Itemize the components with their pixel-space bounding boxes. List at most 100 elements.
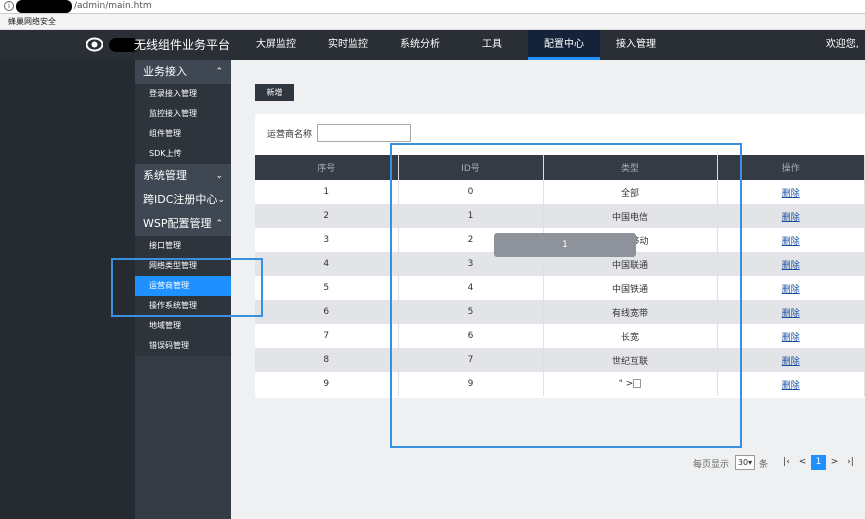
table-row: 8 7 世纪互联 删除 — [255, 348, 865, 372]
broken-image-icon — [633, 379, 642, 388]
address-bar[interactable]: i /admin/main.htm — [0, 0, 865, 14]
delete-link[interactable]: 删除 — [782, 261, 800, 271]
last-page-icon[interactable]: ›| — [843, 455, 858, 470]
cell-id: 4 — [398, 276, 544, 300]
table-row: 1 0 全部 删除 — [255, 180, 865, 204]
alert-popup: 1 — [494, 233, 636, 257]
delete-link[interactable]: 删除 — [782, 189, 800, 199]
sidebar-item-os[interactable]: 操作系统管理 — [135, 296, 231, 316]
column-header-index: 序号 — [255, 155, 399, 180]
table-row: 7 6 长宽 删除 — [255, 324, 865, 348]
info-icon[interactable]: i — [4, 1, 14, 11]
welcome-text: 欢迎您, — [825, 39, 859, 50]
group-label: WSP配置管理 — [143, 217, 212, 230]
url-text: /admin/main.htm — [74, 1, 152, 11]
sidebar-group-business-access[interactable]: 业务接入 ⌃ — [135, 60, 231, 84]
cell-index: 9 — [255, 372, 399, 396]
cell-id: 6 — [398, 324, 544, 348]
operator-table: 序号 ID号 类型 操作 1 0 全部 删除 2 1 中国电信 删除 3 2 移… — [255, 155, 865, 396]
per-page-select[interactable]: 30▾ — [735, 455, 755, 470]
sidebar-group-cross-idc[interactable]: 跨IDC注册中心 ⌄ — [135, 188, 231, 212]
table-row: 6 5 有线宽带 删除 — [255, 300, 865, 324]
page-button-current[interactable]: 1 — [811, 455, 826, 470]
table-row: 5 4 中国铁通 删除 — [255, 276, 865, 300]
cell-index: 7 — [255, 324, 399, 348]
column-header-action: 操作 — [717, 155, 865, 180]
cell-index: 5 — [255, 276, 399, 300]
group-label: 系统管理 — [143, 169, 187, 182]
cell-type: 全部 — [543, 180, 718, 204]
delete-link[interactable]: 删除 — [782, 237, 800, 247]
group-label: 业务接入 — [143, 65, 187, 78]
chevron-down-icon: ⌄ — [217, 195, 225, 205]
cell-id: 0 — [398, 180, 544, 204]
main-content: 新增 运营商名称 序号 ID号 类型 操作 1 0 全部 删除 2 1 中国电信… — [231, 60, 865, 519]
chevron-up-icon: ⌃ — [215, 67, 223, 77]
cell-index: 3 — [255, 228, 399, 252]
sidebar-item-interface[interactable]: 接口管理 — [135, 236, 231, 256]
sidebar-item-component[interactable]: 组件管理 — [135, 124, 231, 144]
per-page-unit: 条 — [759, 460, 769, 470]
table-row: 9 9 " > 删除 — [255, 372, 865, 396]
sidebar-item-monitor-access[interactable]: 监控接入管理 — [135, 104, 231, 124]
chevron-down-icon: ⌄ — [215, 171, 223, 181]
sidebar-item-error-code[interactable]: 错误码管理 — [135, 336, 231, 356]
column-header-type: 类型 — [543, 155, 718, 180]
per-page-label: 每页显示 — [693, 460, 730, 470]
nav-access-management[interactable]: 接入管理 — [600, 30, 672, 60]
first-page-icon[interactable]: |‹ — [779, 455, 794, 470]
nav-tools[interactable]: 工具 — [456, 30, 528, 60]
cell-index: 8 — [255, 348, 399, 372]
redacted-host — [16, 0, 72, 13]
sidebar-group-system[interactable]: 系统管理 ⌄ — [135, 164, 231, 188]
cell-id: 5 — [398, 300, 544, 324]
sidebar-item-region[interactable]: 地域管理 — [135, 316, 231, 336]
operator-name-input[interactable] — [317, 124, 411, 142]
cell-type: 中国铁通 — [543, 276, 718, 300]
delete-link[interactable]: 删除 — [782, 357, 800, 367]
cell-index: 2 — [255, 204, 399, 228]
cell-id: 7 — [398, 348, 544, 372]
sidebar-item-login-access[interactable]: 登录接入管理 — [135, 84, 231, 104]
eye-logo-icon — [86, 37, 103, 52]
nav-realtime-monitor[interactable]: 实时监控 — [312, 30, 384, 60]
cell-id: 1 — [398, 204, 544, 228]
nav-config-center[interactable]: 配置中心 — [528, 30, 600, 60]
top-navigation: 无线组件业务平台 大屏监控 实时监控 系统分析 工具 配置中心 接入管理 欢迎您… — [0, 30, 865, 60]
sidebar-group-wsp-config[interactable]: WSP配置管理 ⌃ — [135, 212, 231, 236]
app-title: 无线组件业务平台 — [134, 38, 231, 52]
cell-id: 9 — [398, 372, 544, 396]
delete-link[interactable]: 删除 — [782, 309, 800, 319]
cell-index: 4 — [255, 252, 399, 276]
bookmark-item[interactable]: 蜂巢网络安全 — [8, 17, 56, 26]
next-page-icon[interactable]: > — [827, 455, 842, 470]
chevron-up-icon: ⌃ — [215, 219, 223, 229]
nav-system-analysis[interactable]: 系统分析 — [384, 30, 456, 60]
cell-type: 世纪互联 — [543, 348, 718, 372]
table-row: 2 1 中国电信 删除 — [255, 204, 865, 228]
prev-page-icon[interactable]: < — [795, 455, 810, 470]
sidebar-item-sdk-upload[interactable]: SDK上传 — [135, 144, 231, 164]
delete-link[interactable]: 删除 — [782, 285, 800, 295]
pagination: 每页显示 30▾ 条 |‹ < 1 > ›| — [693, 455, 865, 471]
cell-type: 中国电信 — [543, 204, 718, 228]
delete-link[interactable]: 删除 — [782, 333, 800, 343]
left-background — [0, 60, 135, 519]
filter-label: 运营商名称 — [267, 130, 313, 140]
cell-type: 长宽 — [543, 324, 718, 348]
column-header-id: ID号 — [398, 155, 544, 180]
bookmarks-bar: 蜂巢网络安全 — [0, 14, 865, 30]
cell-index: 6 — [255, 300, 399, 324]
cell-type: 有线宽带 — [543, 300, 718, 324]
sidebar-item-network-type[interactable]: 网络类型管理 — [135, 256, 231, 276]
delete-link[interactable]: 删除 — [782, 213, 800, 223]
new-button[interactable]: 新增 — [255, 84, 294, 101]
sidebar: 业务接入 ⌃ 登录接入管理 监控接入管理 组件管理 SDK上传 系统管理 ⌄ 跨… — [135, 60, 231, 519]
cell-type-cell: " > — [543, 372, 718, 396]
cell-index: 1 — [255, 180, 399, 204]
nav-big-screen-monitor[interactable]: 大屏监控 — [240, 30, 312, 60]
group-label: 跨IDC注册中心 — [143, 193, 218, 206]
delete-link[interactable]: 删除 — [782, 381, 800, 391]
sidebar-item-operator[interactable]: 运营商管理 — [135, 276, 231, 296]
cell-type: " > — [618, 379, 634, 389]
